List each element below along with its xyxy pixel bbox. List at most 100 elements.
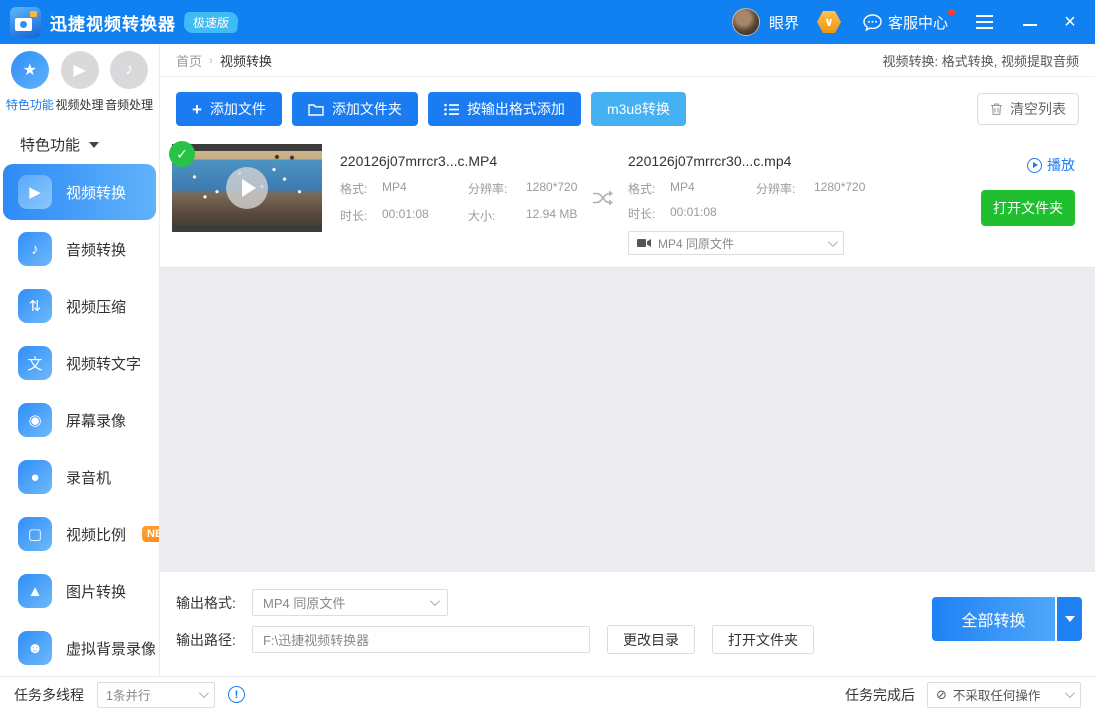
info-icon[interactable]: !	[228, 686, 245, 703]
section-label: 特色功能	[20, 137, 81, 154]
output-format-value: MP4 同原文件	[263, 596, 346, 611]
video-to-text-icon: 文	[18, 346, 52, 380]
convert-all-dropdown[interactable]	[1057, 597, 1082, 641]
success-check-icon: ✓	[169, 141, 195, 167]
sidebar-item-image-convert[interactable]: ▲ 图片转换	[3, 563, 156, 619]
threads-select[interactable]: 1条并行	[97, 681, 215, 708]
resolution-value: 1280*720	[526, 180, 578, 194]
add-file-button[interactable]: + 添加文件	[176, 92, 282, 126]
clear-list-label: 清空列表	[1010, 101, 1066, 117]
m3u8-label: m3u8转换	[606, 101, 670, 117]
row-open-folder-button[interactable]: 打开文件夹	[981, 190, 1075, 226]
logo-spark	[30, 10, 37, 17]
breadcrumb-home[interactable]: 首页	[176, 51, 202, 70]
virtual-bg-icon: ☻	[18, 631, 52, 665]
support-center-button[interactable]: 客服中心	[863, 8, 955, 33]
chevron-down-icon	[827, 236, 838, 247]
sidebar-item-video-ratio[interactable]: ▢ 视频比例 NEW	[3, 506, 159, 562]
sidebar-item-label: 视频转换	[66, 184, 127, 202]
file-row[interactable]: ✓ 220126j07mrrcr3...c.MP4 格式: MP4 分辨率: 1…	[160, 136, 1095, 268]
resolution-label: 分辨率:	[468, 182, 508, 196]
source-meta: 格式: MP4 分辨率: 1280*720 时长: 00:01:08 大小: 1…	[340, 180, 592, 224]
sidebar-item-label: 视频转文字	[66, 355, 142, 373]
duration-value: 00:01:08	[670, 205, 717, 219]
statusbar: 任务多线程 1条并行 ! 任务完成后 ⊘ 不采取任何操作	[0, 676, 1095, 712]
format-label: 格式:	[340, 182, 368, 196]
output-filename: 220126j07mrrcr30...c.mp4	[628, 153, 792, 169]
sidebar-item-virtual-bg-record[interactable]: ☻ 虚拟背景录像	[3, 620, 156, 676]
output-path-label: 输出路径:	[176, 631, 236, 648]
video-compress-icon: ⇅	[18, 289, 52, 323]
edition-badge: 极速版	[182, 11, 240, 33]
video-thumbnail[interactable]: ✓	[169, 141, 322, 232]
row-output-format-select[interactable]: MP4 同原文件	[628, 231, 844, 255]
output-path-input[interactable]	[252, 626, 590, 653]
add-folder-button[interactable]: 添加文件夹	[291, 92, 418, 126]
row-actions: 播放 打开文件夹	[981, 144, 1083, 226]
sidebar: ★ 特色功能 ▶ 视频处理 ♪ 音频处理 特色功能 ▶ 视频转换 ♪ 音频转换 …	[0, 44, 160, 676]
format-value: MP4	[382, 180, 407, 194]
tab-featured[interactable]: ★ 特色功能	[5, 51, 55, 113]
format-label: 格式:	[628, 182, 656, 196]
sidebar-item-label: 图片转换	[66, 583, 127, 601]
m3u8-convert-button[interactable]: m3u8转换	[590, 92, 686, 126]
chevron-down-icon	[198, 688, 209, 699]
menu-icon[interactable]	[972, 11, 997, 33]
chevron-down-icon	[1064, 688, 1075, 699]
notification-dot	[948, 8, 955, 16]
titlebar: 迅捷视频转换器 极速版 眼界 ∨ 客服中心 ×	[0, 0, 1095, 44]
chat-icon	[863, 13, 882, 31]
play-overlay-icon[interactable]	[226, 167, 268, 209]
minimize-button[interactable]	[1017, 9, 1043, 35]
close-button[interactable]: ×	[1057, 12, 1083, 32]
open-folder-button[interactable]: 打开文件夹	[712, 625, 814, 654]
breadcrumb-separator: ›	[209, 53, 214, 67]
trash-icon	[990, 102, 1003, 116]
resolution-value: 1280*720	[814, 180, 866, 194]
sidebar-item-video-to-text[interactable]: 文 视频转文字	[3, 335, 156, 391]
app-title: 迅捷视频转换器	[50, 14, 176, 34]
play-link[interactable]: 播放	[1027, 155, 1075, 175]
video-ratio-icon: ▢	[18, 517, 52, 551]
tab-video-processing[interactable]: ▶ 视频处理	[55, 51, 105, 113]
after-complete-group: 任务完成后 ⊘ 不采取任何操作	[845, 681, 1081, 708]
tab-audio-label: 音频处理	[105, 98, 154, 112]
folder-icon	[308, 103, 324, 116]
sidebar-item-label: 音频转换	[66, 241, 127, 259]
convert-all-button[interactable]: 全部转换	[932, 597, 1055, 641]
sidebar-item-video-convert[interactable]: ▶ 视频转换	[3, 164, 156, 220]
output-format-select[interactable]: MP4 同原文件	[252, 589, 448, 616]
star-icon: ★	[10, 51, 49, 89]
after-complete-label: 任务完成后	[845, 686, 915, 703]
toolbar: + 添加文件 添加文件夹 按输出格式添加 m3u8转换 清空列表	[160, 77, 1095, 136]
sidebar-section-header[interactable]: 特色功能	[0, 122, 159, 161]
vip-badge-icon[interactable]: ∨	[816, 11, 841, 33]
tab-audio-processing[interactable]: ♪ 音频处理	[104, 51, 154, 113]
change-dir-button[interactable]: 更改目录	[607, 625, 695, 654]
output-file-info: 220126j07mrrcr30...c.mp4 格式: MP4 分辨率: 12…	[628, 144, 880, 255]
breadcrumb-current: 视频转换	[220, 53, 273, 69]
sidebar-item-label: 录音机	[66, 469, 112, 487]
sidebar-item-video-compress[interactable]: ⇅ 视频压缩	[3, 278, 156, 334]
tab-featured-label: 特色功能	[5, 98, 54, 112]
screen-record-icon: ◉	[18, 403, 52, 437]
clear-list-button[interactable]: 清空列表	[977, 93, 1079, 125]
after-complete-select[interactable]: ⊘ 不采取任何操作	[927, 681, 1081, 708]
sidebar-item-audio-convert[interactable]: ♪ 音频转换	[3, 221, 156, 277]
play-label: 播放	[1047, 157, 1075, 173]
sidebar-item-label: 虚拟背景录像	[66, 640, 157, 658]
add-by-format-button[interactable]: 按输出格式添加	[427, 92, 581, 126]
row-format-value: MP4 同原文件	[658, 236, 735, 251]
caret-down-icon	[1064, 616, 1075, 622]
sidebar-item-screen-record[interactable]: ◉ 屏幕录像	[3, 392, 156, 448]
voice-recorder-icon: ●	[18, 460, 52, 494]
support-center-label: 客服中心	[887, 14, 948, 32]
convert-arrows-icon	[592, 189, 614, 207]
sidebar-item-voice-recorder[interactable]: ● 录音机	[3, 449, 156, 505]
username[interactable]: 眼界	[769, 12, 799, 33]
sidebar-item-label: 屏幕录像	[66, 412, 127, 430]
add-folder-label: 添加文件夹	[331, 101, 402, 117]
after-complete-value: 不采取任何操作	[952, 689, 1041, 703]
avatar[interactable]	[731, 8, 760, 36]
duration-label: 时长:	[340, 209, 368, 223]
